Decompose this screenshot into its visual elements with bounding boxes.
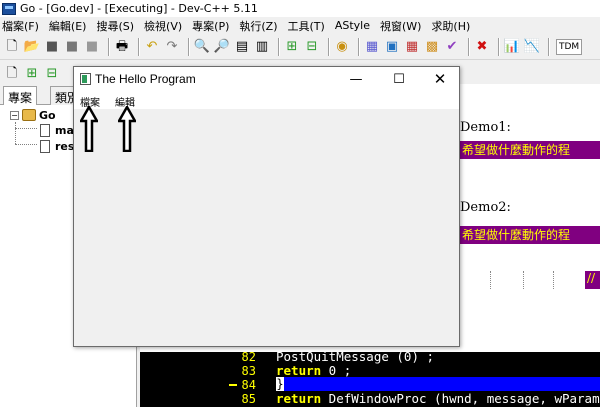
open-file-icon[interactable]: 📂 xyxy=(24,39,40,55)
file-label: res xyxy=(55,139,75,153)
code-line: return 0 ; xyxy=(276,363,351,378)
column-guide xyxy=(490,271,496,289)
menu-view[interactable]: 檢視(V) xyxy=(144,18,182,34)
up-arrow-icon xyxy=(80,106,98,152)
app-window-icon xyxy=(80,73,91,85)
comment-highlight: 希望做什麼動作的程 xyxy=(460,141,600,159)
line-number: 82 xyxy=(241,350,256,364)
add-to-project-icon[interactable]: ⊞ xyxy=(284,39,300,55)
menu-file[interactable]: 檔案(F) xyxy=(2,18,39,34)
toolbar-separator xyxy=(138,37,140,56)
menu-window[interactable]: 視窗(W) xyxy=(380,18,421,34)
toolbar-separator xyxy=(468,37,470,56)
save-icon[interactable]: ■ xyxy=(44,39,60,55)
replace-icon[interactable]: 🔎 xyxy=(214,39,230,55)
save-all-icon[interactable]: ■ xyxy=(64,39,80,55)
compiler-select[interactable]: TDM xyxy=(556,38,583,55)
main-toolbar: 🗋 📂 ■ ■ ■ 🖶 ↶ ↷ 🔍 🔎 ▤ ▥ ⊞ ⊟ ◉ ▦ ▣ ▦ ▩ ✔ … xyxy=(0,34,600,60)
profile-chart-icon[interactable]: 📊 xyxy=(504,39,520,55)
goto-line-icon[interactable]: ▤ xyxy=(234,39,250,55)
redo-icon[interactable]: ↷ xyxy=(164,39,180,55)
project-root-label: Go xyxy=(39,108,56,122)
ide-window-title: Go - [Go.dev] - [Executing] - Dev-C++ 5.… xyxy=(20,2,258,15)
line-number: 84 xyxy=(241,378,256,392)
compile-icon[interactable]: ▦ xyxy=(364,39,380,55)
tree-file-node[interactable]: ma xyxy=(40,122,74,138)
code-line-text: DefWindowProc (hwnd, message, wParam xyxy=(321,391,600,406)
comment-highlight: 希望做什麼動作的程 xyxy=(460,226,600,244)
up-arrow-icon xyxy=(118,106,136,152)
close-file-icon[interactable]: ■ xyxy=(84,39,100,55)
source-file-icon xyxy=(40,123,50,137)
line-number: 83 xyxy=(241,364,256,378)
column-guide xyxy=(553,271,559,289)
code-line: PostQuitMessage (0) ; xyxy=(276,349,434,364)
syntax-check-icon[interactable]: ✔ xyxy=(444,39,460,55)
code-line-text: 0 ; xyxy=(321,363,352,378)
toolbar-separator xyxy=(328,37,330,56)
menu-project[interactable]: 專案(P) xyxy=(192,18,229,34)
maximize-button[interactable]: ☐ xyxy=(379,67,419,91)
menu-astyle[interactable]: AStyle xyxy=(335,19,370,32)
toolbar-separator xyxy=(278,37,280,56)
minimize-button[interactable]: — xyxy=(336,67,376,91)
ide-title-bar: Go - [Go.dev] - [Executing] - Dev-C++ 5.… xyxy=(0,0,600,17)
close-button[interactable]: ✕ xyxy=(420,67,460,91)
tab-project[interactable]: 專案 xyxy=(3,86,38,105)
toggle-bookmark-icon[interactable]: ⊟ xyxy=(44,66,60,82)
secondary-toolbar: 🗋 ⊞ ⊟ xyxy=(0,61,74,87)
tree-connector xyxy=(15,122,16,144)
toolbar-separator xyxy=(108,37,110,56)
tree-root-node[interactable]: − Go xyxy=(10,107,56,123)
project-folder-icon xyxy=(22,109,36,121)
tree-file-node[interactable]: res xyxy=(40,138,74,154)
remove-from-project-icon[interactable]: ⊟ xyxy=(304,39,320,55)
insert-icon[interactable]: ⊞ xyxy=(24,66,40,82)
rebuild-all-icon[interactable]: ▩ xyxy=(424,39,440,55)
code-line: return DefWindowProc (hwnd, message, wPa… xyxy=(276,391,600,406)
toolbar-separator xyxy=(548,37,550,56)
code-fragment-demo1: Demo1: xyxy=(460,120,511,135)
toolbar-separator xyxy=(188,37,190,56)
keyword-return: return xyxy=(276,391,322,406)
text-cursor: } xyxy=(276,377,284,391)
run-icon[interactable]: ▣ xyxy=(384,39,400,55)
menu-execute[interactable]: 執行(Z) xyxy=(239,18,277,34)
tree-connector xyxy=(15,144,37,145)
menu-search[interactable]: 搜尋(S) xyxy=(96,18,134,34)
goto-function-icon[interactable]: ▥ xyxy=(254,39,270,55)
new-file-icon[interactable]: 🗋 xyxy=(4,39,20,55)
compile-run-icon[interactable]: ▦ xyxy=(404,39,420,55)
undo-icon[interactable]: ↶ xyxy=(144,39,160,55)
hello-window-titlebar[interactable]: The Hello Program — ☐ ✕ xyxy=(74,67,459,91)
ide-menu-bar: 檔案(F) 編輯(E) 搜尋(S) 檢視(V) 專案(P) 執行(Z) 工具(T… xyxy=(0,17,600,34)
devcpp-app-icon xyxy=(2,2,16,15)
project-options-icon[interactable]: ◉ xyxy=(334,39,350,55)
tree-connector xyxy=(15,128,37,129)
code-line-text: PostQuitMessage (0) ; xyxy=(276,349,435,364)
line-number: 85 xyxy=(241,392,256,406)
column-guide xyxy=(523,271,529,289)
stop-execution-icon[interactable]: ✖ xyxy=(474,39,490,55)
hello-window-title: The Hello Program xyxy=(95,72,196,86)
file-label: ma xyxy=(55,123,74,137)
new-project-icon[interactable]: 🗋 xyxy=(4,66,20,82)
code-fragment-demo2: Demo2: xyxy=(460,200,511,215)
print-icon[interactable]: 🖶 xyxy=(114,39,130,55)
menu-help[interactable]: 求助(H) xyxy=(431,18,470,34)
delete-profile-icon[interactable]: 📉 xyxy=(524,39,540,55)
find-icon[interactable]: 🔍 xyxy=(194,39,210,55)
toolbar-separator xyxy=(358,37,360,56)
menu-edit[interactable]: 編輯(E) xyxy=(49,18,87,34)
toolbar-separator xyxy=(498,37,500,56)
menu-tools[interactable]: 工具(T) xyxy=(288,18,325,34)
current-line-highlight xyxy=(276,377,600,391)
source-file-icon xyxy=(40,139,50,153)
keyword-return: return xyxy=(276,363,322,378)
collapse-icon[interactable]: − xyxy=(10,110,19,120)
comment-slashes: // xyxy=(585,271,600,289)
